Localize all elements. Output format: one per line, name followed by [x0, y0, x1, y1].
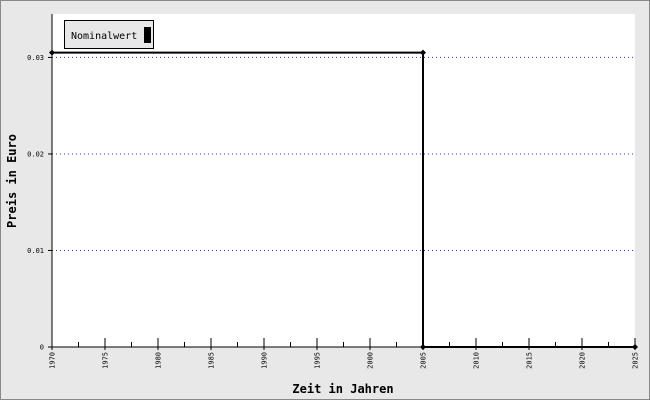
- y-axis-title: Preis in Euro: [5, 134, 19, 228]
- data-point: [632, 344, 638, 350]
- series-layer: [49, 49, 638, 350]
- x-tick-label: 2025: [632, 352, 640, 369]
- y-tick-label: 0.02: [27, 150, 44, 158]
- x-tick-label: 1995: [314, 352, 322, 369]
- x-tick-label: 1975: [102, 352, 110, 369]
- y-tick-label: 0.03: [27, 54, 44, 62]
- axis-layer: [48, 14, 636, 350]
- x-tick-label: 2020: [579, 352, 587, 369]
- x-tick-label: 2005: [420, 352, 428, 369]
- chart-svg: 0 0.01 0.02 0.03 1970 1975 1980 1985 1990 1995 200…: [5, 14, 640, 396]
- legend: Nominalwert: [64, 20, 154, 49]
- data-point: [49, 49, 55, 56]
- data-point: [420, 49, 426, 56]
- legend-swatch: [144, 27, 151, 43]
- legend-label: Nominalwert: [71, 31, 138, 42]
- x-tick-label: 1980: [155, 352, 163, 369]
- x-tick-label: 1990: [261, 352, 269, 369]
- series-line: [52, 51, 635, 348]
- label-layer: 0 0.01 0.02 0.03 1970 1975 1980 1985 1990 1995 200…: [27, 54, 639, 369]
- data-point: [420, 344, 426, 350]
- x-tick-label: 1970: [49, 352, 57, 369]
- y-tick-label: 0.01: [27, 247, 44, 255]
- x-tick-label: 1985: [208, 352, 216, 369]
- x-tick-label: 2000: [367, 352, 375, 369]
- x-tick-label: 2010: [473, 352, 481, 369]
- x-axis-title: Zeit in Jahren: [292, 382, 393, 396]
- y-tick-label: 0: [40, 344, 44, 352]
- grid-layer: [52, 56, 635, 251]
- x-tick-label: 2015: [526, 352, 534, 369]
